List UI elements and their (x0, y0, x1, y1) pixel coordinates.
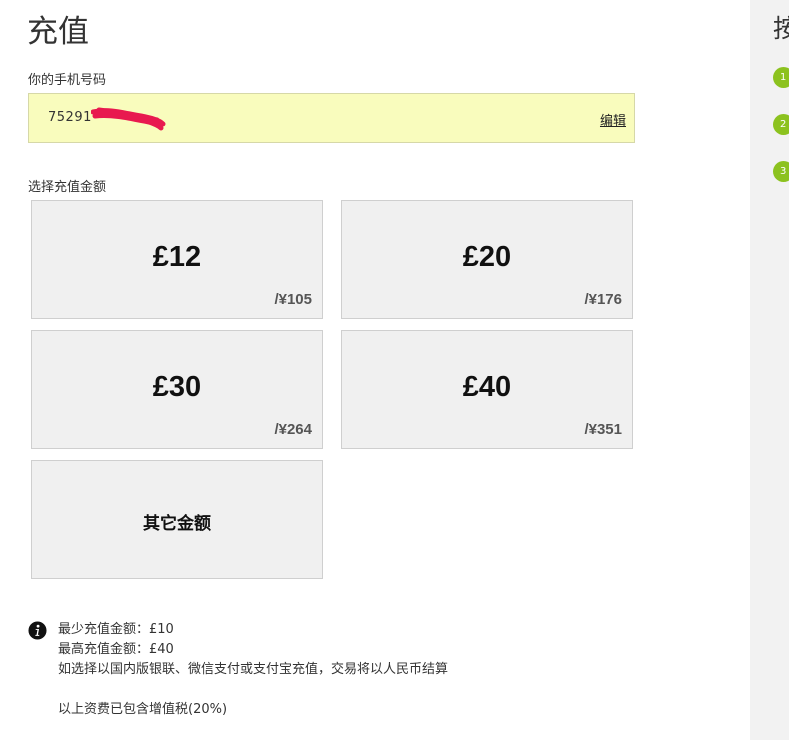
sidebar-title: 按 (773, 14, 789, 43)
info-notes: 最少充值金额：£10 最高充值金额：£40 如选择以国内版银联、微信支付或支付宝… (58, 620, 448, 720)
amount-option-40[interactable]: £40 /¥351 (341, 330, 633, 449)
other-amount-label: 其它金额 (143, 514, 211, 534)
amount-section-label: 选择充值金额 (28, 180, 107, 195)
min-topup-note: 最少充值金额：£10 (58, 622, 174, 637)
amount-option-20[interactable]: £20 /¥176 (341, 200, 633, 319)
page-title: 充值 (27, 14, 89, 50)
amount-option-30[interactable]: £30 /¥264 (31, 330, 323, 449)
phone-number-field: 75291 编辑 (28, 93, 635, 143)
step-1-badge: 1 (773, 67, 789, 88)
amount-cny: /¥176 (584, 291, 622, 308)
step-3-badge: 3 (773, 161, 789, 182)
steps-sidebar: 按 1 2 3 (750, 0, 789, 740)
phone-label: 你的手机号码 (28, 73, 107, 88)
rmb-settlement-note: 如选择以国内版银联、微信支付或支付宝充值，交易将以人民币结算 (58, 662, 449, 677)
amount-cny: /¥351 (584, 421, 622, 438)
redaction-scribble (91, 107, 166, 131)
amount-option-12[interactable]: £12 /¥105 (31, 200, 323, 319)
step-2-badge: 2 (773, 114, 789, 135)
edit-phone-link[interactable]: 编辑 (600, 110, 626, 129)
amount-cny: /¥264 (274, 421, 312, 438)
info-icon (28, 621, 47, 640)
amount-cny: /¥105 (274, 291, 312, 308)
amount-gbp: £20 (462, 241, 512, 273)
amount-gbp: £30 (152, 371, 202, 403)
amount-gbp: £40 (462, 371, 512, 403)
amount-gbp: £12 (152, 241, 202, 273)
max-topup-note: 最高充值金额：£40 (58, 642, 174, 657)
amount-option-other[interactable]: 其它金额 (31, 460, 323, 579)
vat-note: 以上资费已包含增值税(20%) (58, 702, 228, 717)
phone-number: 75291 (48, 110, 92, 125)
